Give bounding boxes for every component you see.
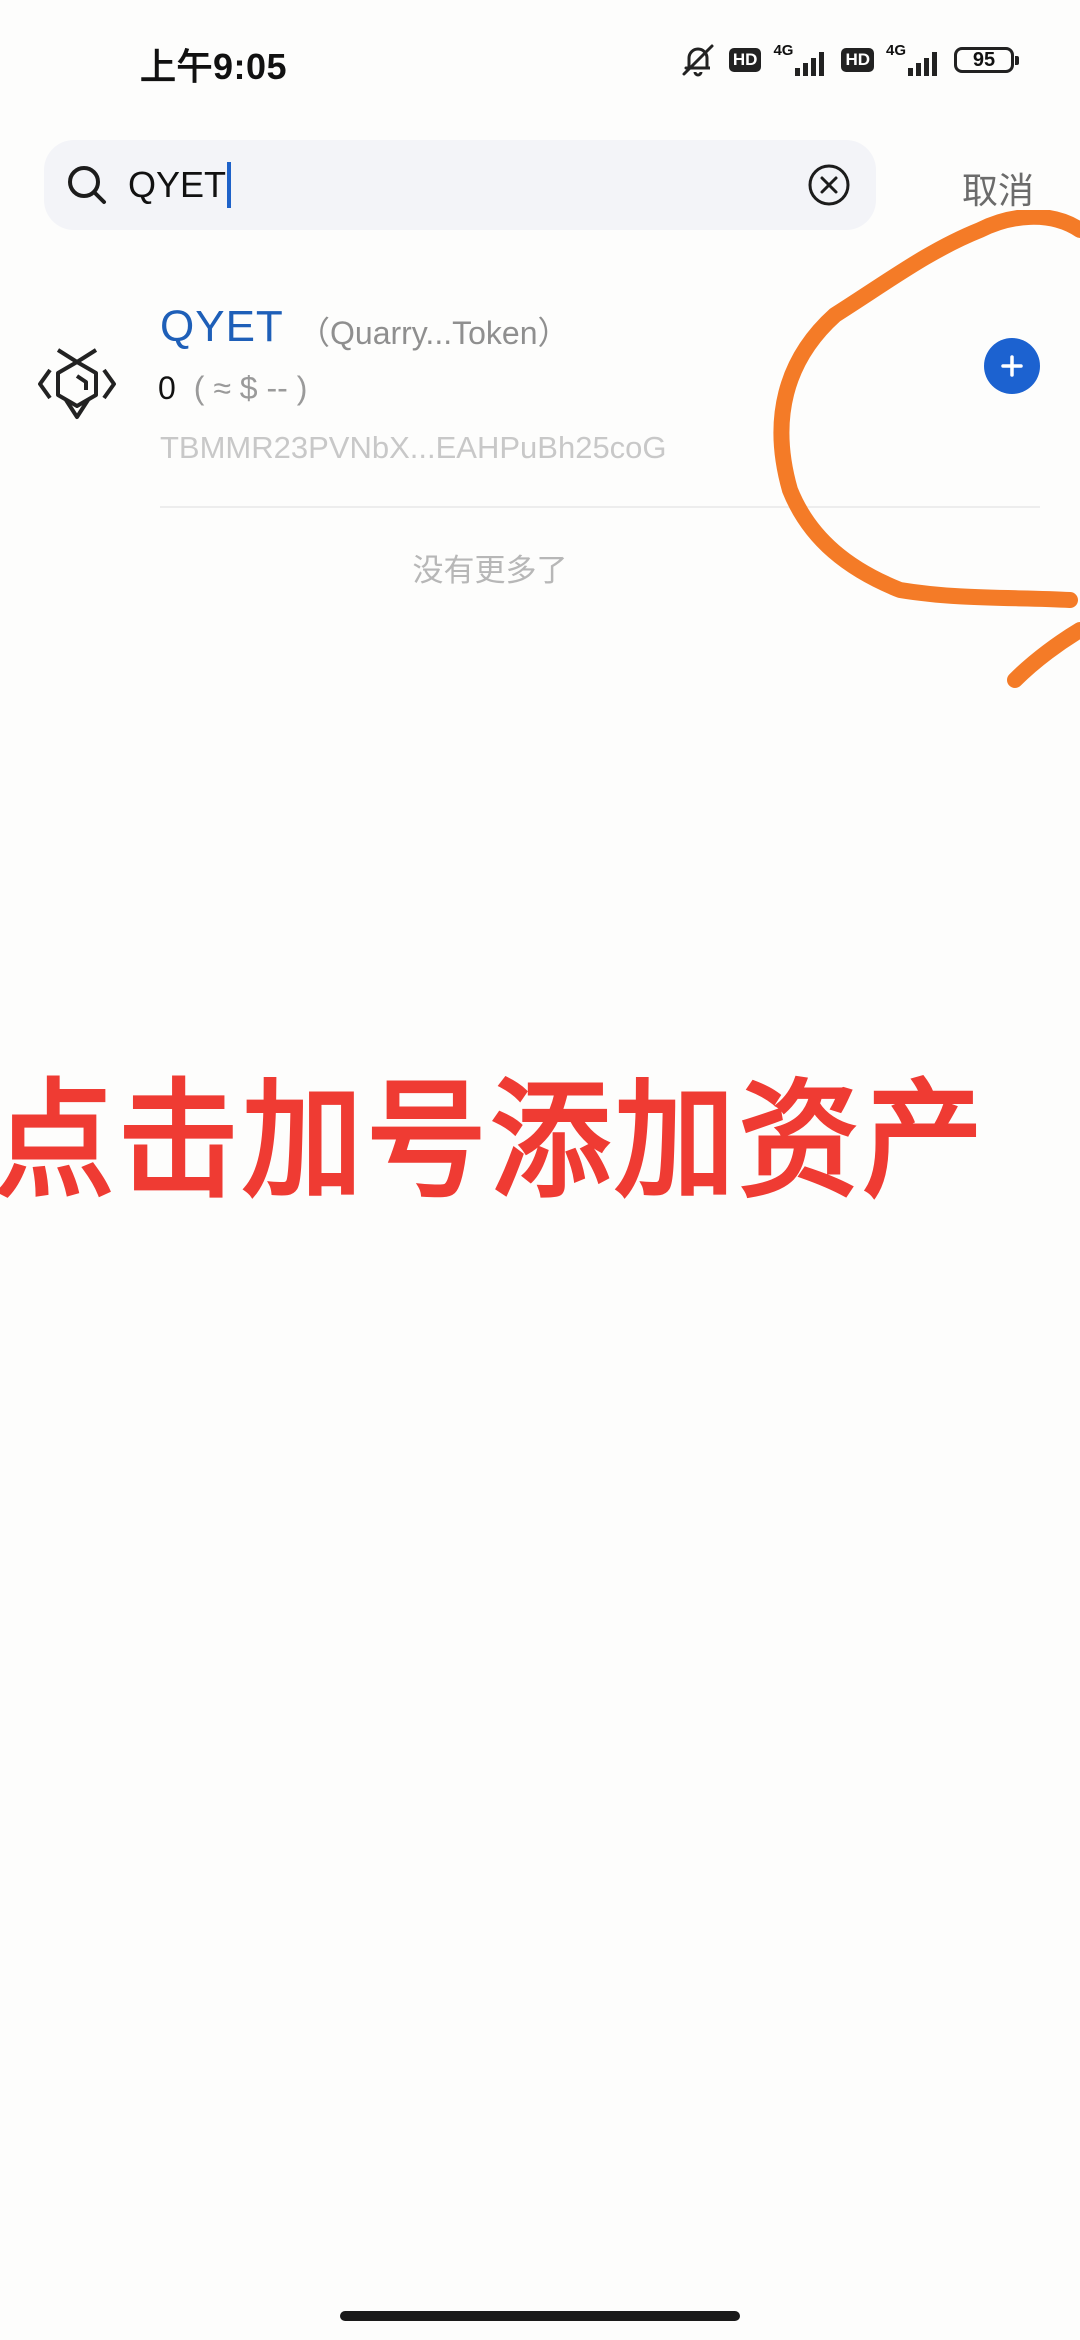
signal-group-1: 4G <box>773 42 829 78</box>
hd-badge: HD <box>728 48 762 72</box>
status-bar: 上午9:05 HD 4G HD 4G 95 <box>0 0 1080 125</box>
network-type-label: 4G <box>886 42 907 59</box>
signal-strength-icon <box>908 52 937 76</box>
status-time: 上午9:05 <box>140 46 288 87</box>
cancel-button[interactable]: 取消 <box>962 162 1034 214</box>
hd-badge: HD <box>841 48 874 72</box>
token-symbol: QYET <box>160 302 284 351</box>
search-query: QYET <box>128 164 227 205</box>
search-bar[interactable]: QYET <box>44 140 876 230</box>
token-contract-address: TBMMR23PVNbX...EAHPuBh25coG <box>160 430 667 465</box>
text-cursor <box>227 162 232 208</box>
network-type-label: 4G <box>773 42 794 59</box>
search-input[interactable]: QYET <box>128 162 232 208</box>
clear-icon[interactable] <box>806 162 852 208</box>
signal-strength-icon <box>795 52 825 76</box>
token-balance: 0 <box>158 370 176 406</box>
battery-level: 95 <box>972 48 996 71</box>
annotation-caption: 点击加号添加资产 <box>0 1067 987 1216</box>
token-balance-line: 0 ( ≈ $ -- ) <box>158 370 307 407</box>
search-icon <box>68 166 106 204</box>
battery-icon: 95 <box>954 47 1019 73</box>
token-name: （Quarry...Token） <box>298 315 570 351</box>
annotation-circle <box>773 210 1080 688</box>
token-fiat-value: ( ≈ $ -- ) <box>193 370 308 406</box>
mute-icon <box>682 44 714 77</box>
token-logo-icon <box>38 348 116 419</box>
signal-group-2: 4G <box>886 42 942 78</box>
home-indicator[interactable] <box>340 2311 740 2321</box>
status-icons: HD 4G HD 4G 95 <box>679 42 1019 78</box>
